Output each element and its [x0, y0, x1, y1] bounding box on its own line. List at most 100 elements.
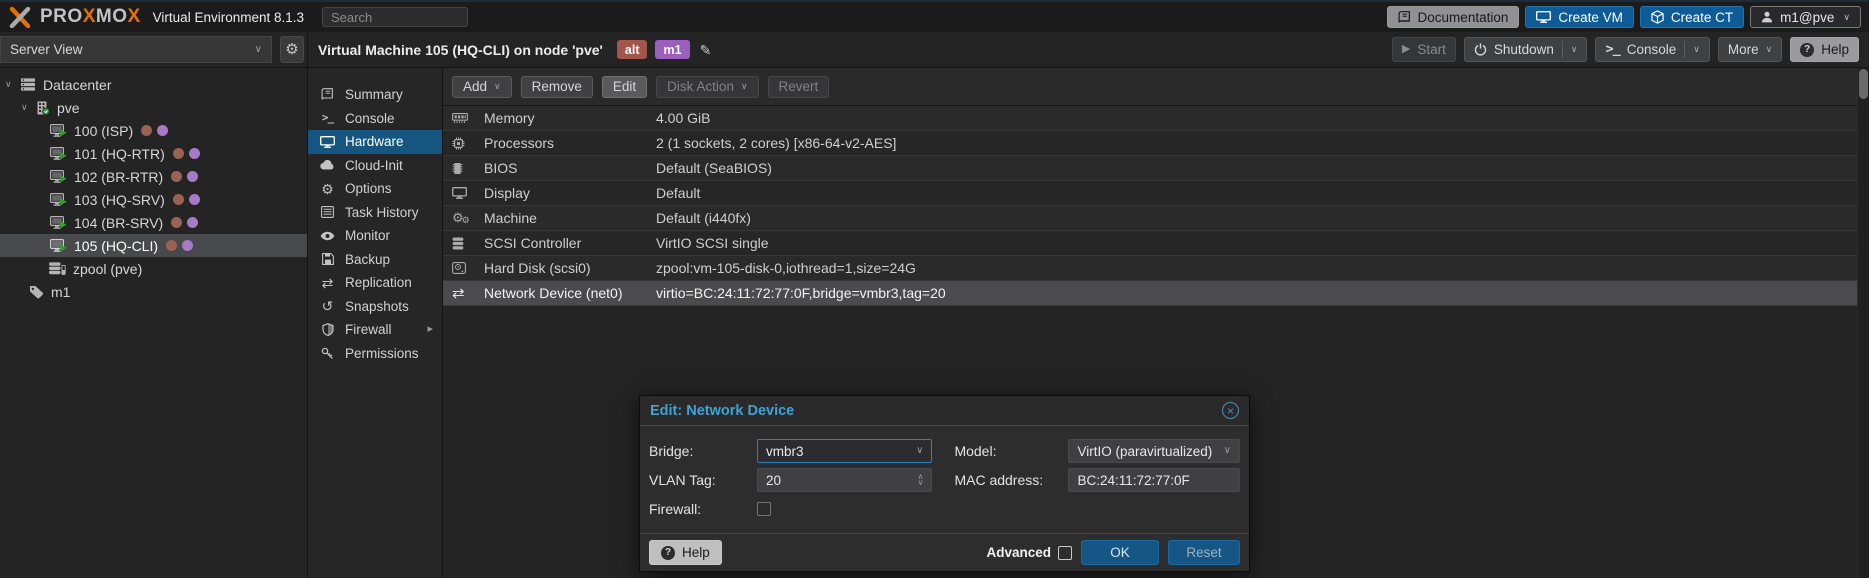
vlan-label: VLAN Tag: [649, 472, 757, 488]
sidebar-item-pve[interactable]: pve [0, 96, 307, 119]
vertical-scrollbar[interactable] [1857, 68, 1869, 578]
console-button[interactable]: Console [1595, 37, 1709, 62]
tree-item-label: pve [57, 100, 80, 116]
vm-icon [50, 239, 67, 252]
reset-label: Reset [1186, 545, 1221, 560]
bridge-combo[interactable]: vmbr3 [757, 439, 932, 463]
row-value: Default [656, 185, 700, 201]
sub-header: Server View Virtual Machine 105 (HQ-CLI)… [0, 32, 1869, 68]
remove-button[interactable]: Remove [521, 76, 593, 98]
scrollbar-thumb[interactable] [1859, 69, 1868, 99]
dialog-help-label: Help [682, 545, 710, 560]
sidebar-item-vm-101[interactable]: 101 (HQ-RTR) [0, 142, 307, 165]
page-title: Virtual Machine 105 (HQ-CLI) on node 'pv… [318, 42, 603, 58]
row-label: Hard Disk (scsi0) [484, 260, 656, 276]
user-menu-button[interactable]: m1@pve [1750, 6, 1861, 28]
tag-dot-m1 [187, 171, 198, 182]
dialog-help-button[interactable]: Help [649, 540, 722, 565]
proxmox-logo-icon [8, 7, 32, 28]
search-input[interactable] [322, 7, 468, 27]
proxmox-app: { "header": { "brand": {"p1": "PRO", "x1… [0, 0, 1869, 578]
table-row-network-device[interactable]: Network Device (net0) virtio=BC:24:11:72… [443, 281, 1869, 306]
tab-task-history[interactable]: Task History [308, 201, 442, 225]
sidebar-item-vm-100[interactable]: 100 (ISP) [0, 119, 307, 142]
tab-summary[interactable]: Summary [308, 83, 442, 107]
tab-label: Replication [345, 275, 412, 290]
sidebar-item-zpool[interactable]: zpool (pve) [0, 257, 307, 280]
tab-label: Summary [345, 87, 403, 102]
tab-console[interactable]: Console [308, 107, 442, 131]
row-value: 4.00 GiB [656, 110, 710, 126]
expander-icon[interactable] [21, 103, 36, 112]
documentation-button[interactable]: Documentation [1387, 6, 1520, 28]
advanced-checkbox[interactable] [1058, 546, 1072, 560]
spinner-buttons[interactable] [918, 474, 924, 486]
model-combo[interactable]: VirtIO (paravirtualized) [1068, 439, 1240, 463]
edit-tags-pencil-icon[interactable] [700, 43, 712, 57]
sidebar-item-vm-103[interactable]: 103 (HQ-SRV) [0, 188, 307, 211]
vm-icon [50, 193, 67, 206]
tab-cloud-init[interactable]: Cloud-Init [308, 154, 442, 178]
create-ct-button[interactable]: Create CT [1640, 6, 1744, 28]
row-value: virtio=BC:24:11:72:77:0F,bridge=vmbr3,ta… [656, 285, 946, 301]
dialog-header[interactable]: Edit: Network Device [640, 396, 1249, 426]
ok-button[interactable]: OK [1081, 540, 1159, 565]
bridge-label: Bridge: [649, 443, 757, 459]
disk-action-button[interactable]: Disk Action [656, 76, 758, 98]
advanced-label: Advanced [986, 545, 1051, 560]
tab-replication[interactable]: Replication [308, 271, 442, 295]
storage-icon [48, 262, 66, 275]
tab-firewall[interactable]: Firewall [308, 318, 442, 342]
tab-backup[interactable]: Backup [308, 248, 442, 272]
table-row-machine[interactable]: Machine Default (i440fx) [443, 206, 1869, 231]
table-row-processors[interactable]: Processors 2 (1 sockets, 2 cores) [x86-6… [443, 131, 1869, 156]
help-button[interactable]: Help [1790, 37, 1859, 62]
tab-label: Cloud-Init [345, 158, 403, 173]
button-divider [1684, 41, 1685, 58]
edit-button[interactable]: Edit [602, 76, 647, 98]
start-button[interactable]: Start [1392, 37, 1456, 62]
sidebar-item-vm-102[interactable]: 102 (BR-RTR) [0, 165, 307, 188]
table-row-bios[interactable]: BIOS Default (SeaBIOS) [443, 156, 1869, 181]
row-label: Display [484, 185, 656, 201]
table-row-hard-disk[interactable]: Hard Disk (scsi0) zpool:vm-105-disk-0,io… [443, 256, 1869, 281]
help-label: Help [1821, 42, 1849, 57]
sidebar-item-tag-m1[interactable]: m1 [0, 280, 307, 303]
create-vm-button[interactable]: Create VM [1525, 6, 1634, 28]
tab-snapshots[interactable]: Snapshots [308, 295, 442, 319]
hardware-table: Memory 4.00 GiB Processors 2 (1 sockets,… [443, 106, 1869, 306]
tree-item-label: 103 (HQ-SRV) [74, 192, 165, 208]
shutdown-button[interactable]: Shutdown [1464, 37, 1588, 62]
mac-label: MAC address: [954, 472, 1068, 488]
add-button[interactable]: Add [452, 76, 512, 98]
chevron-down-icon[interactable] [1571, 45, 1578, 54]
table-row-scsi-controller[interactable]: SCSI Controller VirtIO SCSI single [443, 231, 1869, 256]
table-row-display[interactable]: Display Default [443, 181, 1869, 206]
expander-icon[interactable] [5, 80, 20, 89]
tab-hardware[interactable]: Hardware [308, 130, 442, 154]
tree-item-label: Datacenter [43, 77, 111, 93]
sidebar-item-vm-104[interactable]: 104 (BR-SRV) [0, 211, 307, 234]
reset-button[interactable]: Reset [1168, 540, 1240, 565]
mac-input[interactable]: BC:24:11:72:77:0F [1068, 468, 1240, 492]
view-selector[interactable]: Server View [0, 36, 272, 63]
more-button[interactable]: More [1718, 37, 1782, 62]
remove-label: Remove [532, 79, 582, 94]
chevron-down-icon[interactable] [916, 446, 923, 456]
firewall-checkbox[interactable] [757, 502, 771, 516]
revert-button[interactable]: Revert [768, 76, 830, 98]
tab-permissions[interactable]: Permissions [308, 342, 442, 366]
my-settings-button[interactable] [280, 36, 304, 63]
sidebar-item-vm-105[interactable]: 105 (HQ-CLI) [0, 234, 307, 257]
chevron-down-icon[interactable] [1224, 446, 1231, 456]
spinner-down-icon [918, 480, 924, 486]
bridge-value: vmbr3 [766, 444, 804, 459]
close-icon[interactable] [1222, 402, 1239, 419]
vlan-spinner[interactable]: 20 [757, 468, 932, 492]
sidebar-item-datacenter[interactable]: Datacenter [0, 73, 307, 96]
replication-icon [319, 276, 336, 290]
tab-options[interactable]: Options [308, 177, 442, 201]
tab-monitor[interactable]: Monitor [308, 224, 442, 248]
chevron-down-icon[interactable] [1693, 45, 1700, 54]
table-row-memory[interactable]: Memory 4.00 GiB [443, 106, 1869, 131]
